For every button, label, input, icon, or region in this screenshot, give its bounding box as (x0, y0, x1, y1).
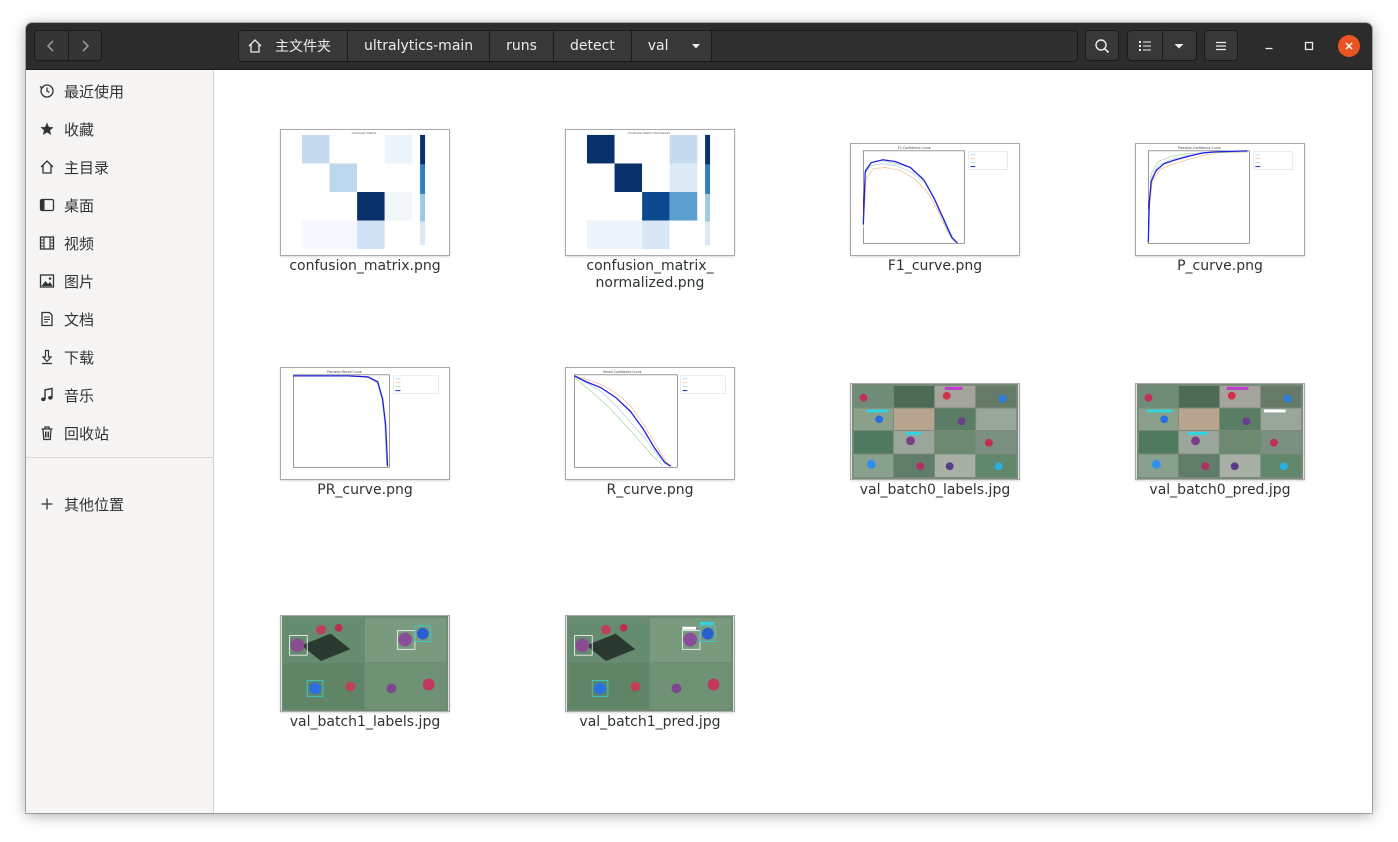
crumb-home[interactable]: 主文件夹 (239, 31, 348, 61)
forward-button[interactable] (67, 31, 102, 60)
file-name: R_curve.png (606, 482, 694, 498)
sidebar-separator (26, 457, 213, 458)
sidebar-item-starred[interactable]: 收藏 (26, 111, 213, 147)
sidebar-item-label: 其他位置 (64, 495, 125, 514)
path-bar: 主文件夹 ultralytics-main runs detect val (238, 30, 1078, 62)
file-name: F1_curve.png (887, 258, 983, 274)
film-icon (39, 235, 55, 251)
thumb-title: Precision-Confidence Curve (1178, 146, 1221, 150)
file-name: confusion_matrix_ (586, 258, 714, 274)
search-icon (1095, 38, 1110, 53)
home-icon (248, 39, 262, 53)
star-icon (39, 121, 55, 137)
thumb-title: Confusion Matrix Normalized (628, 131, 671, 135)
sidebar: 最近使用 收藏 主目录 桌面 视频 图片 文档 下载 音乐 回收站 其他位置 (26, 70, 214, 813)
list-view-icon (1138, 40, 1151, 51)
image-icon (39, 273, 55, 289)
download-icon (39, 349, 55, 365)
file-thumbnail (565, 615, 735, 712)
file-thumbnail: Recall-Confidence Curve (565, 367, 735, 480)
file-name: confusion_matrix.png (289, 258, 441, 274)
file-thumbnail: Precision-Confidence Curve (1135, 143, 1305, 256)
list-view-button[interactable] (1128, 31, 1162, 60)
crumb-detect[interactable]: detect (553, 31, 632, 61)
sidebar-item-videos[interactable]: 视频 (26, 225, 213, 261)
sidebar-item-label: 收藏 (64, 120, 95, 139)
search-button[interactable] (1085, 30, 1119, 61)
hamburger-menu-icon (1216, 41, 1226, 50)
dropdown-arrow-icon (691, 44, 700, 49)
file-manager-window: 主文件夹 ultralytics-main runs detect val 最近… (26, 23, 1372, 813)
thumb-title: Recall-Confidence Curve (603, 370, 641, 374)
sidebar-item-label: 文档 (64, 310, 95, 329)
maximize-icon (1304, 41, 1314, 51)
minimize-button[interactable] (1258, 35, 1280, 57)
crumb-runs[interactable]: runs (490, 31, 554, 61)
sidebar-item-recent[interactable]: 最近使用 (26, 73, 213, 109)
sidebar-item-label: 主目录 (64, 158, 110, 177)
music-icon (39, 387, 55, 403)
document-icon (39, 311, 55, 327)
view-options-button[interactable] (1161, 31, 1197, 60)
crumb-label: ultralytics-main (364, 38, 474, 54)
sidebar-item-music[interactable]: 音乐 (26, 377, 213, 413)
chevron-down-icon (1174, 43, 1184, 48)
sidebar-item-label: 最近使用 (64, 82, 125, 101)
close-icon (1345, 42, 1353, 50)
crumb-label: detect (569, 38, 615, 54)
file-thumbnail: Confusion Matrix Normalized (565, 129, 735, 256)
sidebar-item-desktop[interactable]: 桌面 (26, 187, 213, 223)
chevron-right-icon (82, 40, 89, 51)
sidebar-item-label: 音乐 (64, 386, 95, 405)
clock-icon (39, 83, 55, 99)
home-icon (39, 159, 55, 175)
desktop-icon (39, 197, 55, 213)
sidebar-item-downloads[interactable]: 下载 (26, 339, 213, 375)
chevron-left-icon (47, 40, 54, 51)
sidebar-item-label: 回收站 (64, 424, 110, 443)
sidebar-item-pictures[interactable]: 图片 (26, 263, 213, 299)
crumb-home-label: 主文件夹 (275, 39, 331, 55)
sidebar-item-label: 下载 (64, 348, 95, 367)
file-name: val_batch0_pred.jpg (1149, 482, 1291, 498)
file-name: P_curve.png (1177, 258, 1263, 274)
crumb-ultralytics-main[interactable]: ultralytics-main (348, 31, 491, 61)
file-thumbnail (850, 383, 1020, 480)
file-thumbnail: F1-Confidence Curve (850, 143, 1020, 256)
plus-icon (39, 496, 55, 512)
file-thumbnail (280, 615, 450, 712)
back-button[interactable] (35, 31, 68, 60)
sidebar-item-label: 桌面 (64, 196, 95, 215)
file-thumbnail (1135, 383, 1305, 480)
sidebar-item-documents[interactable]: 文档 (26, 301, 213, 337)
crumb-current-folder[interactable]: val (631, 31, 712, 61)
file-name-line2: normalized.png (595, 275, 705, 291)
sidebar-item-home[interactable]: 主目录 (26, 149, 213, 185)
thumb-title: Confusion Matrix (352, 131, 377, 135)
file-grid: Confusion Matrix confusion_matrix.png Co… (215, 70, 1372, 813)
file-thumbnail: Precision-Recall Curve (280, 367, 450, 480)
crumb-label: val (647, 38, 669, 54)
close-button[interactable] (1338, 35, 1360, 57)
menu-button[interactable] (1204, 30, 1238, 61)
file-name: val_batch1_labels.jpg (289, 714, 441, 730)
thumb-title: Precision-Recall Curve (327, 370, 362, 374)
navigation-buttons (34, 30, 102, 61)
file-name: val_batch0_labels.jpg (859, 482, 1011, 498)
crumb-label: runs (506, 38, 537, 54)
sidebar-item-label: 图片 (64, 272, 95, 291)
thumb-title: F1-Confidence Curve (898, 146, 931, 150)
view-toggle-group (1127, 30, 1197, 61)
sidebar-item-other-locations[interactable]: 其他位置 (26, 486, 213, 522)
file-name: PR_curve.png (317, 482, 413, 498)
maximize-button[interactable] (1298, 35, 1320, 57)
trash-icon (39, 425, 55, 441)
minimize-icon (1265, 47, 1273, 50)
sidebar-item-label: 视频 (64, 234, 95, 253)
file-thumbnail: Confusion Matrix (280, 129, 450, 256)
file-name: val_batch1_pred.jpg (579, 714, 721, 730)
header-bar: 主文件夹 ultralytics-main runs detect val (26, 23, 1372, 70)
sidebar-item-trash[interactable]: 回收站 (26, 415, 213, 451)
